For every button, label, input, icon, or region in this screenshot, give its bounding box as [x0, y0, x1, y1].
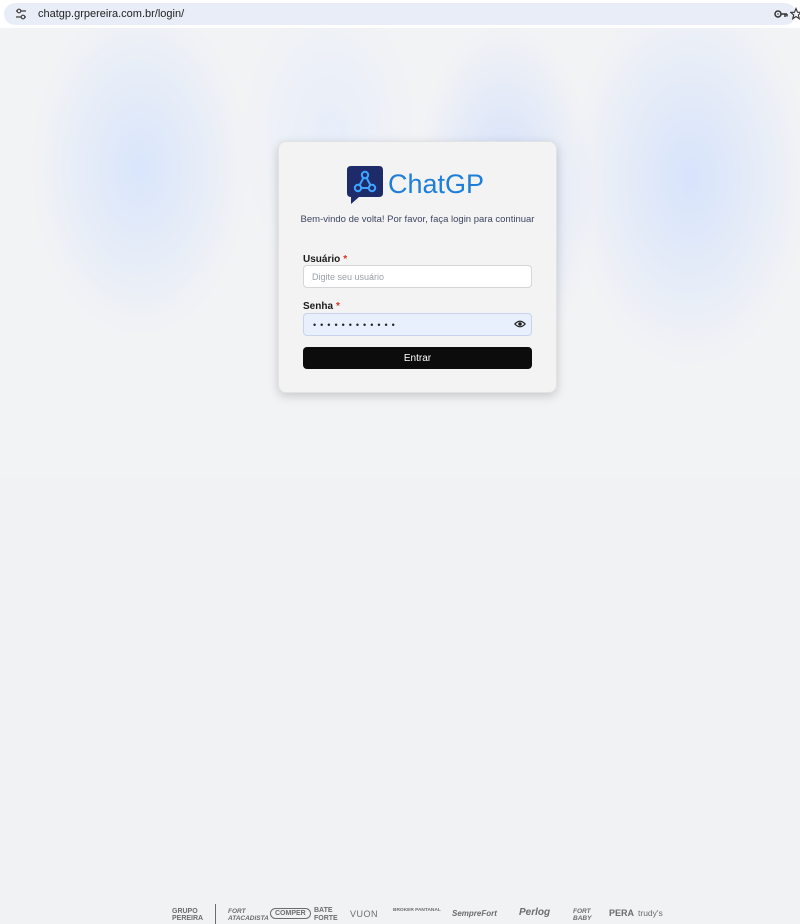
- partner-logo-pera: PERA: [609, 908, 635, 918]
- login-card: ChatGP Bem-vindo de volta! Por favor, fa…: [278, 141, 557, 393]
- partner-logo-semprefort: SempreFort: [452, 909, 497, 918]
- key-icon[interactable]: [774, 8, 788, 20]
- partner-logo-vuon: VUON: [350, 909, 379, 919]
- url-text[interactable]: chatgp.grpereira.com.br/login/: [38, 6, 184, 22]
- login-button[interactable]: Entrar: [303, 347, 532, 369]
- required-marker: *: [336, 301, 340, 312]
- password-label: Senha *: [303, 301, 340, 312]
- site-info-icon[interactable]: [14, 7, 28, 21]
- browser-toolbar: chatgp.grpereira.com.br/login/: [0, 0, 800, 28]
- password-input[interactable]: [303, 313, 532, 336]
- partner-logo-comper: COMPER: [270, 908, 311, 919]
- partner-logo-grupo-pereira: GRUPO PEREIRA: [172, 908, 204, 922]
- welcome-message: Bem-vindo de volta! Por favor, faça logi…: [300, 214, 535, 225]
- eye-icon[interactable]: [514, 319, 526, 329]
- partner-logo-strip: GRUPO PEREIRA FORT ATACADISTA COMPER BAT…: [0, 450, 800, 924]
- username-label-text: Usuário: [303, 254, 341, 265]
- partner-logo-broker-pantanal: BROKER PANTANAL: [393, 908, 441, 913]
- brand-name: ChatGP: [388, 169, 485, 199]
- partner-logo-fort-baby: FORT BABY: [573, 908, 592, 922]
- star-icon[interactable]: [790, 7, 800, 21]
- password-label-text: Senha: [303, 301, 334, 312]
- chatgp-logo-icon: [347, 166, 383, 204]
- partner-divider: [215, 904, 216, 924]
- partner-logo-trudys: trudy's: [638, 908, 663, 918]
- required-marker: *: [343, 254, 348, 265]
- address-bar[interactable]: chatgp.grpereira.com.br/login/: [4, 3, 800, 25]
- partner-logo-fort-atacadista: FORT ATACADISTA: [228, 908, 269, 922]
- partner-logo-bate-forte: BATE FORTE: [314, 907, 338, 922]
- username-input[interactable]: [303, 265, 532, 288]
- username-label: Usuário *: [303, 254, 347, 265]
- partner-logo-perlog: Perlog: [519, 907, 551, 918]
